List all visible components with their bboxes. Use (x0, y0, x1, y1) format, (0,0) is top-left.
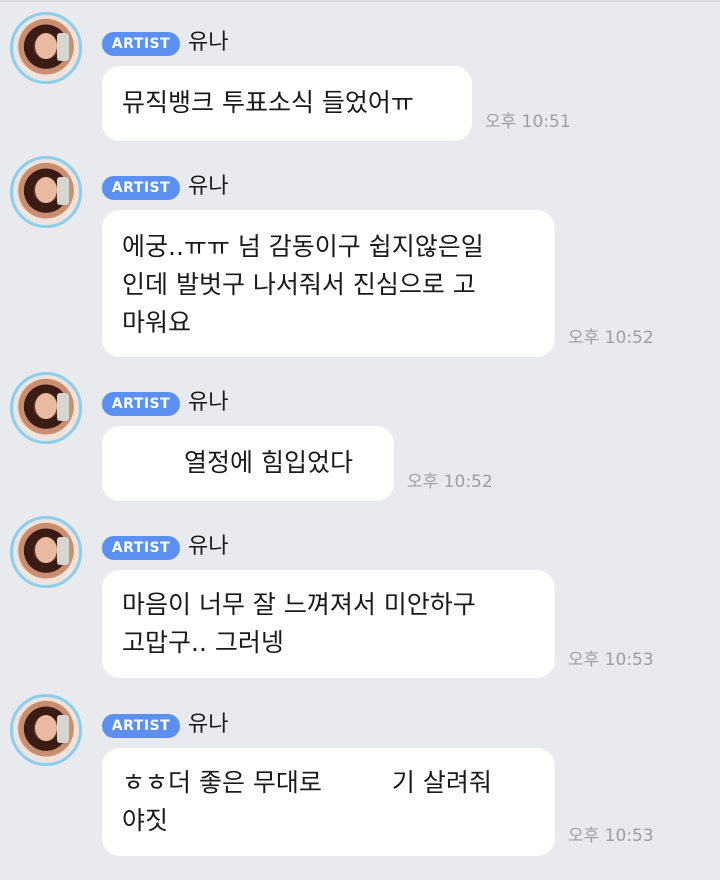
artist-badge: ARTIST (102, 392, 180, 416)
avatar[interactable] (10, 156, 82, 228)
avatar[interactable] (10, 372, 82, 444)
message-bubble[interactable]: 마음이 너무 잘 느껴져서 미안하구 고맙구.. 그러넹 (102, 570, 555, 678)
sender-name: 유나 (188, 534, 229, 559)
sender-name: 유나 (188, 390, 229, 415)
message-bubble[interactable]: 에궁..ㅠㅠ 넘 감동이구 쉽지않은일 인데 발벗구 나서줘서 진심으로 고 마… (102, 210, 555, 357)
artist-badge: ARTIST (102, 714, 180, 738)
avatar[interactable] (10, 12, 82, 84)
sender-name: 유나 (188, 712, 229, 737)
message-time: 오후 10:52 (407, 472, 493, 492)
message-time: 오후 10:52 (568, 328, 654, 348)
avatar[interactable] (10, 694, 82, 766)
message-time: 오후 10:53 (568, 650, 654, 670)
message-bubble[interactable]: ㅎㅎ더 좋은 무대로 기 살려줘 야짓 (102, 748, 555, 856)
message-time: 오후 10:51 (485, 112, 571, 132)
avatar[interactable] (10, 516, 82, 588)
sender-name: 유나 (188, 174, 229, 199)
artist-badge: ARTIST (102, 536, 180, 560)
top-divider (0, 0, 720, 2)
message-bubble[interactable]: 열정에 힘입었다 (102, 426, 394, 501)
message-bubble[interactable]: 뮤직뱅크 투표소식 들었어ㅠ (102, 66, 472, 141)
artist-badge: ARTIST (102, 32, 180, 56)
sender-name: 유나 (188, 30, 229, 55)
message-time: 오후 10:53 (568, 826, 654, 846)
artist-badge: ARTIST (102, 176, 180, 200)
message-text-part: ㅎㅎ더 좋은 무대로 (122, 768, 322, 797)
